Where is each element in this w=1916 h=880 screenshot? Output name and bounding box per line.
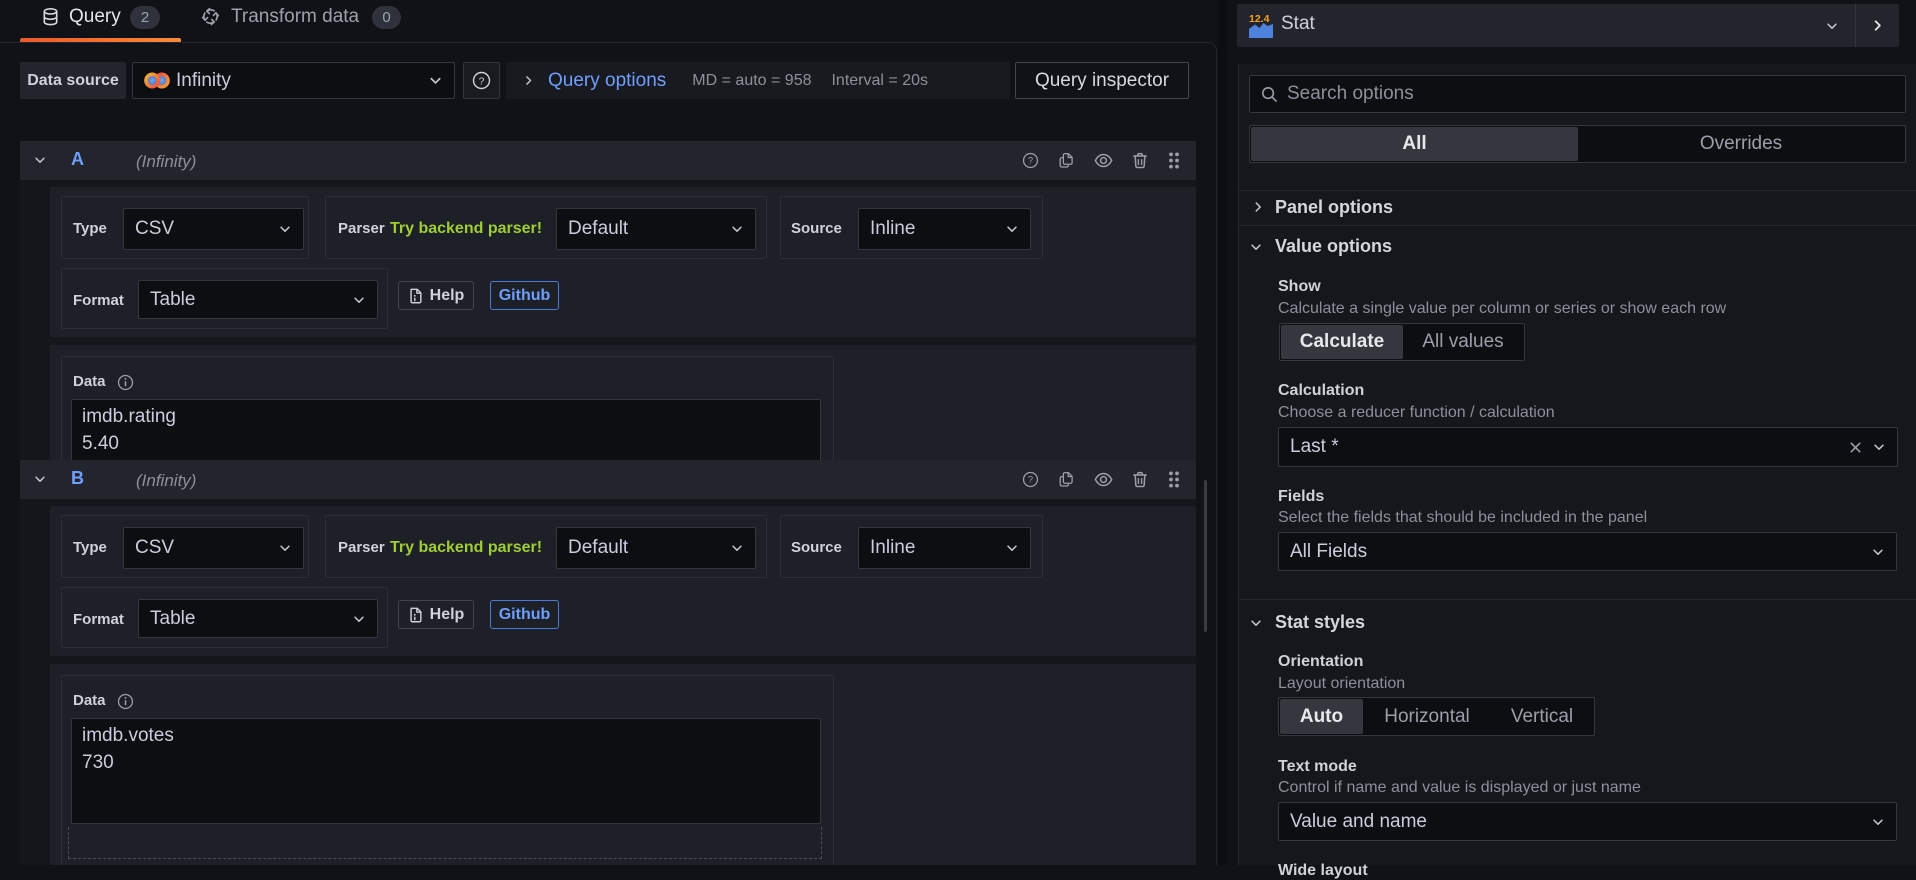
svg-text:12.4: 12.4 xyxy=(1249,13,1270,25)
